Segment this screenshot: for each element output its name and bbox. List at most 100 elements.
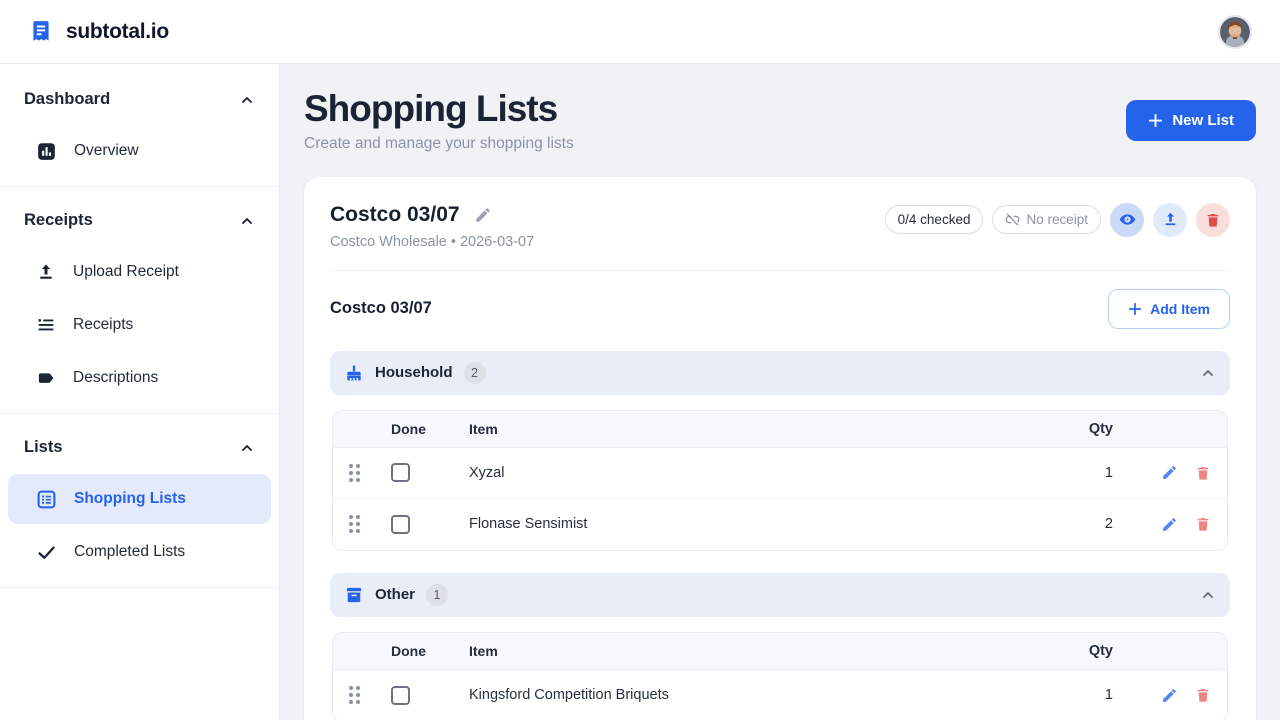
list-title: Costco 03/07 <box>330 203 460 227</box>
upload-icon <box>36 262 56 282</box>
plus-icon <box>1148 113 1163 128</box>
item-checkbox[interactable] <box>391 686 410 705</box>
shopping-list-card: Costco 03/07 Costco Wholesale • 2026-03-… <box>304 177 1256 720</box>
item-name: Kingsford Competition Briquets <box>469 687 1051 703</box>
divider <box>0 186 279 187</box>
edit-item-button[interactable] <box>1161 464 1178 481</box>
plus-icon <box>1128 302 1142 316</box>
list-toolbar: Costco 03/07 Add Item <box>330 289 1230 329</box>
sidebar-item-label: Upload Receipt <box>73 263 179 281</box>
item-table-other: Done Item Qty Kingsford Competition Briq… <box>332 632 1228 720</box>
col-done: Done <box>391 643 455 659</box>
drag-handle-icon[interactable] <box>349 686 360 704</box>
brand-name: subtotal.io <box>66 20 169 44</box>
checked-count-badge: 0/4 checked <box>885 205 984 234</box>
sidebar-item-upload-receipt[interactable]: Upload Receipt <box>8 247 271 297</box>
table-header-row: Done Item Qty <box>333 411 1227 448</box>
delete-item-button[interactable] <box>1195 687 1211 703</box>
chevron-up-icon <box>239 440 255 456</box>
main-content: Shopping Lists Create and manage your sh… <box>280 64 1280 720</box>
collapse-group-button[interactable] <box>1200 587 1216 603</box>
drag-handle-icon[interactable] <box>349 464 360 482</box>
sidebar-item-label: Receipts <box>73 316 133 334</box>
delete-list-button[interactable] <box>1196 203 1230 237</box>
section-label: Lists <box>24 438 63 457</box>
inner-list-title: Costco 03/07 <box>330 299 432 318</box>
drag-handle-icon[interactable] <box>349 515 360 533</box>
no-receipt-badge: No receipt <box>992 205 1101 234</box>
page-header: Shopping Lists Create and manage your sh… <box>304 88 1256 153</box>
item-name: Flonase Sensimist <box>469 516 1051 532</box>
col-qty: Qty <box>1065 643 1113 659</box>
top-bar: subtotal.io <box>0 0 1280 64</box>
table-row: Flonase Sensimist 2 <box>333 499 1227 550</box>
section-label: Receipts <box>24 211 93 230</box>
sidebar-item-shopping-lists[interactable]: Shopping Lists <box>8 474 271 524</box>
group-name: Other <box>375 586 415 603</box>
sidebar: Dashboard Overview Receipts Upload Recei… <box>0 64 280 720</box>
edit-title-button[interactable] <box>472 204 494 226</box>
col-done: Done <box>391 421 455 437</box>
bar-chart-icon <box>36 141 57 162</box>
group-name: Household <box>375 364 453 381</box>
sidebar-item-label: Descriptions <box>73 369 158 387</box>
box-icon <box>344 585 364 605</box>
item-qty: 1 <box>1065 687 1113 703</box>
group-count-badge: 2 <box>464 362 486 384</box>
divider <box>0 413 279 414</box>
sidebar-section-lists[interactable]: Lists <box>0 424 279 471</box>
chevron-up-icon <box>239 213 255 229</box>
add-item-button[interactable]: Add Item <box>1108 289 1230 329</box>
unlink-icon <box>1005 212 1020 227</box>
check-icon <box>36 542 57 563</box>
new-list-button[interactable]: New List <box>1126 100 1256 141</box>
brand[interactable]: subtotal.io <box>28 19 169 45</box>
list-box-icon <box>36 489 57 510</box>
sidebar-item-overview[interactable]: Overview <box>8 126 271 176</box>
table-header-row: Done Item Qty <box>333 633 1227 670</box>
item-qty: 1 <box>1065 465 1113 481</box>
sidebar-item-label: Shopping Lists <box>74 490 186 508</box>
upload-receipt-button[interactable] <box>1153 203 1187 237</box>
delete-item-button[interactable] <box>1195 465 1211 481</box>
item-checkbox[interactable] <box>391 515 410 534</box>
col-qty: Qty <box>1065 421 1113 437</box>
group-header-household[interactable]: Household 2 <box>330 351 1230 395</box>
sidebar-item-completed-lists[interactable]: Completed Lists <box>8 527 271 577</box>
table-row: Xyzal 1 <box>333 448 1227 499</box>
user-avatar[interactable] <box>1218 15 1252 49</box>
delete-item-button[interactable] <box>1195 516 1211 532</box>
sidebar-item-label: Completed Lists <box>74 543 185 561</box>
page-subtitle: Create and manage your shopping lists <box>304 135 574 153</box>
sidebar-section-receipts[interactable]: Receipts <box>0 197 279 244</box>
divider <box>0 587 279 588</box>
chevron-up-icon <box>239 92 255 108</box>
brush-icon <box>344 363 364 383</box>
sidebar-item-label: Overview <box>74 142 139 160</box>
col-item: Item <box>469 643 1051 659</box>
sidebar-item-receipts[interactable]: Receipts <box>8 300 271 350</box>
view-list-button[interactable] <box>1110 203 1144 237</box>
tag-icon <box>36 368 56 388</box>
section-label: Dashboard <box>24 90 110 109</box>
divider <box>330 270 1230 271</box>
item-checkbox[interactable] <box>391 463 410 482</box>
group-header-other[interactable]: Other 1 <box>330 573 1230 617</box>
group-count-badge: 1 <box>426 584 448 606</box>
item-table-household: Done Item Qty Xyzal 1 <box>332 410 1228 551</box>
list-meta: Costco Wholesale • 2026-03-07 <box>330 234 534 250</box>
card-header: Costco 03/07 Costco Wholesale • 2026-03-… <box>330 203 1230 250</box>
col-item: Item <box>469 421 1051 437</box>
list-icon <box>36 315 56 335</box>
collapse-group-button[interactable] <box>1200 365 1216 381</box>
edit-item-button[interactable] <box>1161 516 1178 533</box>
receipt-logo-icon <box>28 19 54 45</box>
sidebar-section-dashboard[interactable]: Dashboard <box>0 76 279 123</box>
item-qty: 2 <box>1065 516 1113 532</box>
card-controls: 0/4 checked No receipt <box>885 203 1230 237</box>
edit-item-button[interactable] <box>1161 687 1178 704</box>
sidebar-item-descriptions[interactable]: Descriptions <box>8 353 271 403</box>
item-name: Xyzal <box>469 465 1051 481</box>
page-title: Shopping Lists <box>304 88 574 131</box>
table-row: Kingsford Competition Briquets 1 <box>333 670 1227 720</box>
